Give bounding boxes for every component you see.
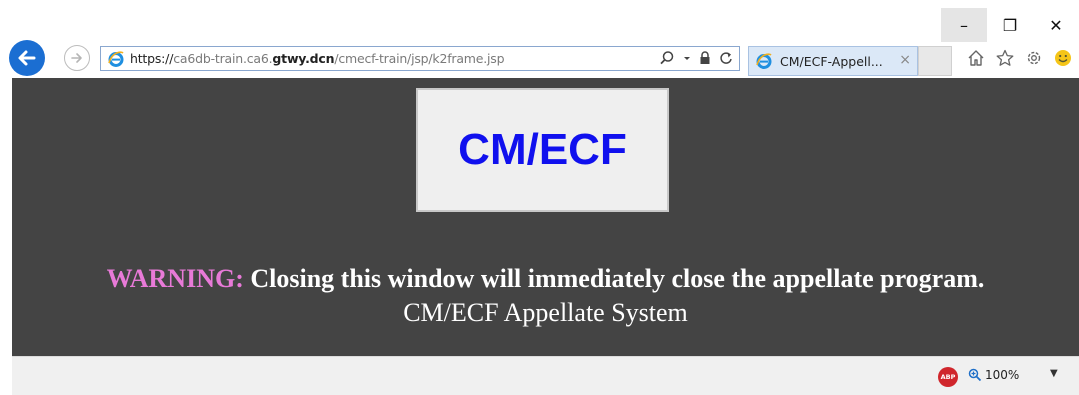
new-tab-button[interactable]	[918, 46, 952, 76]
refresh-icon[interactable]	[719, 50, 733, 66]
address-bar[interactable]: https://ca6db-train.ca6.gtwy.dcn/cmecf-t…	[100, 46, 740, 71]
zoom-control[interactable]: 100%	[968, 368, 1019, 382]
url-text[interactable]: https://ca6db-train.ca6.gtwy.dcn/cmecf-t…	[130, 51, 505, 66]
browser-toolbar	[966, 48, 1073, 68]
adblock-icon[interactable]: ABP	[938, 367, 958, 387]
forward-button[interactable]	[64, 45, 90, 71]
favorites-star-icon[interactable]	[995, 48, 1015, 68]
close-window-button[interactable]: ✕	[1033, 8, 1079, 42]
forward-arrow-icon	[71, 53, 82, 63]
dropdown-icon[interactable]	[683, 50, 691, 66]
back-arrow-icon	[18, 50, 36, 66]
logo-text: CM/ECF	[458, 125, 627, 174]
tab-close-button[interactable]: ×	[899, 52, 911, 68]
back-button[interactable]	[9, 40, 45, 76]
warning-text: Closing this window will immediately clo…	[243, 264, 985, 293]
tab-title: CM/ECF-Appell...	[780, 53, 883, 69]
navigation-bar: https://ca6db-train.ca6.gtwy.dcn/cmecf-t…	[0, 38, 1079, 78]
url-scheme: https://	[130, 51, 174, 66]
url-host-domain: gtwy.dcn	[272, 51, 335, 66]
minimize-button[interactable]: –	[941, 8, 987, 42]
restore-button[interactable]: ❐	[987, 8, 1033, 42]
warning-message: WARNING: Closing this window will immedi…	[12, 264, 1079, 294]
url-path: /cmecf-train/jsp/k2frame.jsp	[334, 51, 505, 66]
search-icon[interactable]	[659, 50, 675, 66]
warning-label: WARNING:	[106, 264, 244, 293]
page-content: CM/ECF WARNING: Closing this window will…	[12, 78, 1079, 356]
window-controls: – ❐ ✕	[941, 8, 1079, 42]
cmecf-logo: CM/ECF	[416, 88, 669, 212]
status-bar: ABP 100% ▼	[12, 356, 1079, 395]
zoom-level: 100%	[985, 368, 1020, 382]
zoom-dropdown-icon[interactable]: ▼	[1050, 368, 1058, 379]
url-host-prefix: ca6db-train.ca6.	[173, 51, 273, 66]
home-icon[interactable]	[966, 48, 986, 68]
tab-cmecf-appellate[interactable]: CM/ECF-Appell... ×	[748, 46, 918, 76]
ie-logo-icon	[756, 53, 772, 69]
lock-icon[interactable]	[699, 50, 711, 66]
address-tools	[659, 50, 733, 66]
system-name: CM/ECF Appellate System	[403, 298, 688, 327]
ie-logo-icon	[108, 50, 124, 67]
zoom-magnifier-icon	[968, 368, 982, 382]
smiley-feedback-icon[interactable]	[1053, 48, 1073, 68]
settings-gear-icon[interactable]	[1024, 48, 1044, 68]
